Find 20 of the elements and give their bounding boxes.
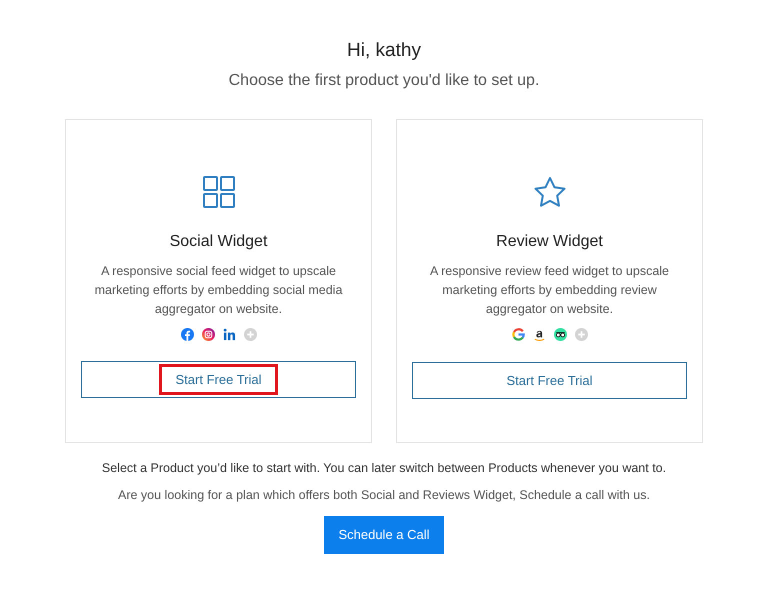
- info-text: Are you looking for a plan which offers both Social and Reviews Widget, Schedule a call with us.: [116, 486, 651, 504]
- schedule-call-button[interactable]: Schedule a Call: [324, 516, 444, 554]
- info-text: Select a Product you’d like to start with. You can later switch between Products whenever you want to.: [100, 460, 668, 477]
- product-title: Review Widget: [496, 232, 603, 252]
- start-trial-button[interactable]: Start Free Trial: [412, 362, 687, 399]
- grid-icon: [202, 176, 234, 208]
- add-icon: [574, 328, 588, 342]
- product-description: A responsive review feed widget to upscale marketing efforts by embedding review aggregator on website.: [428, 262, 670, 318]
- google-icon: [512, 328, 524, 342]
- facebook-icon: [180, 328, 194, 341]
- instagram-icon: [202, 328, 214, 341]
- star-icon: [532, 176, 566, 208]
- add-icon: [244, 328, 256, 341]
- product-title: Social Widget: [170, 232, 268, 252]
- linkedin-icon: [222, 328, 236, 341]
- product-description: A responsive social feed widget to upscale marketing efforts by embedding social media aggregator on website.: [94, 262, 344, 318]
- greeting: Hi, kathy: [346, 40, 422, 63]
- start-trial-button[interactable]: Start Free Trial: [81, 360, 356, 398]
- owl-icon: [554, 328, 566, 342]
- subtitle: Choose the first product you'd like to set up.: [228, 70, 540, 91]
